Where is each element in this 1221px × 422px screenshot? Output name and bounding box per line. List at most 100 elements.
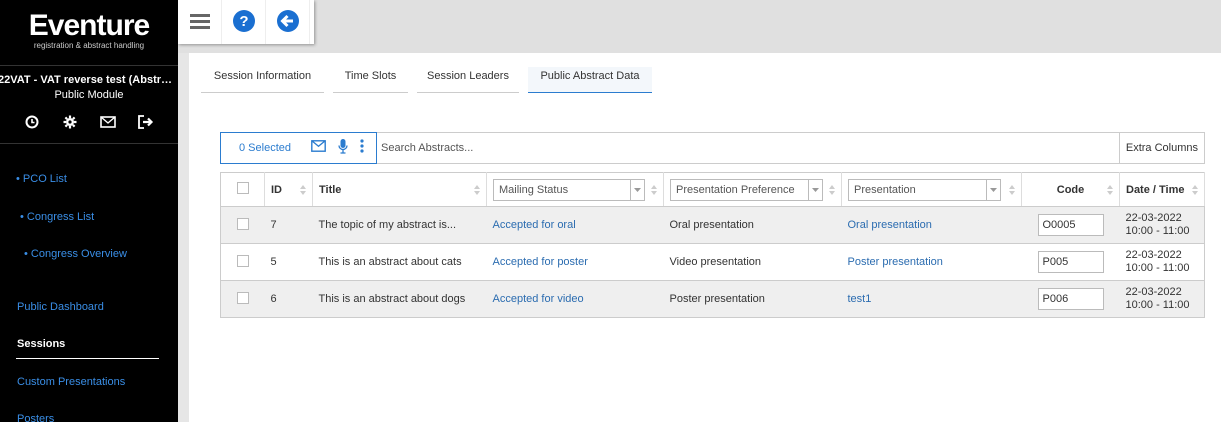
back-icon xyxy=(276,9,300,36)
row-code-input[interactable]: O0005 xyxy=(1037,214,1104,236)
header-date-time[interactable]: Date / Time xyxy=(1119,172,1205,207)
select-all-checkbox[interactable] xyxy=(236,182,249,194)
row-date: 22-03-2022 xyxy=(1125,212,1182,224)
sort-icon[interactable] xyxy=(300,185,306,195)
header-select-all[interactable] xyxy=(220,172,265,207)
row-checkbox[interactable] xyxy=(236,254,249,267)
chevron-down-icon xyxy=(986,179,1000,200)
header-title[interactable]: Title xyxy=(312,172,487,207)
sort-icon[interactable] xyxy=(474,185,480,195)
header-title-label: Title xyxy=(319,183,342,196)
header-id[interactable]: ID xyxy=(264,172,313,207)
chevron-down-icon xyxy=(808,179,822,200)
row-time: 10:00 - 11:00 xyxy=(1125,225,1190,237)
presentation-filter-label: Presentation xyxy=(854,183,916,196)
presentation-filter[interactable]: Presentation xyxy=(848,178,1001,201)
more-options-icon[interactable] xyxy=(360,139,364,156)
sidebar-item-posters[interactable]: Posters xyxy=(17,413,54,422)
extra-columns-button[interactable]: Extra Columns xyxy=(1118,133,1204,163)
mailing-status-filter[interactable]: Mailing Status xyxy=(493,178,645,201)
menu-icon xyxy=(189,13,210,32)
help-button[interactable]: ? xyxy=(222,0,266,44)
logout-icon[interactable] xyxy=(138,115,154,131)
mail-icon[interactable] xyxy=(100,115,116,131)
tab-time-slots[interactable]: Time Slots xyxy=(333,67,408,93)
chevron-down-icon xyxy=(630,179,644,200)
sidebar-item-public-dashboard[interactable]: Public Dashboard xyxy=(17,301,104,313)
row-id: 7 xyxy=(264,206,313,244)
tab-public-abstract-data[interactable]: Public Abstract Data xyxy=(528,67,652,93)
event-info: 22VAT - VAT reverse test (Abstract... Pu… xyxy=(0,66,178,144)
mail-icon[interactable] xyxy=(311,140,326,155)
sidebar-item-custom-presentations[interactable]: Custom Presentations xyxy=(17,376,125,388)
tab-bar: Session Information Time Slots Session L… xyxy=(201,67,661,93)
row-date: 22-03-2022 xyxy=(1125,249,1182,261)
tab-session-leaders[interactable]: Session Leaders xyxy=(417,67,519,93)
row-title: This is an abstract about cats xyxy=(312,243,487,281)
top-bar: ? xyxy=(178,0,1221,53)
sort-icon[interactable] xyxy=(829,185,835,195)
tab-session-information[interactable]: Session Information xyxy=(201,67,324,93)
help-icon: ? xyxy=(232,9,256,36)
header-code-label: Code xyxy=(1056,183,1085,196)
row-preference: Poster presentation xyxy=(663,280,842,318)
row-code-input[interactable]: P005 xyxy=(1037,251,1104,273)
presentation-preference-filter-label: Presentation Preference xyxy=(676,183,795,196)
event-title: 22VAT - VAT reverse test (Abstract... xyxy=(0,74,176,86)
svg-text:?: ? xyxy=(239,13,248,30)
row-preference: Oral presentation xyxy=(663,206,842,244)
sort-icon[interactable] xyxy=(1192,185,1198,195)
row-mailing-status-link[interactable]: Accepted for video xyxy=(493,293,584,305)
row-presentation-link[interactable]: Oral presentation xyxy=(848,219,932,231)
logo-tagline: registration & abstract handling xyxy=(33,41,145,50)
row-mailing-status-link[interactable]: Accepted for oral xyxy=(493,219,576,231)
sort-icon[interactable] xyxy=(651,185,657,195)
top-toolbox: ? xyxy=(178,0,314,44)
header-presentation-preference: Presentation Preference xyxy=(663,172,842,207)
row-title: The topic of my abstract is... xyxy=(312,206,487,244)
row-title: This is an abstract about dogs xyxy=(312,280,487,318)
sidebar-item-congress-list[interactable]: • Congress List xyxy=(20,211,94,223)
row-id: 5 xyxy=(264,243,313,281)
header-code[interactable]: Code xyxy=(1021,172,1120,207)
row-time: 10:00 - 11:00 xyxy=(1125,262,1190,274)
row-preference: Video presentation xyxy=(663,243,842,281)
microphone-icon[interactable] xyxy=(338,138,348,157)
back-button[interactable] xyxy=(266,0,310,44)
sidebar-item-pco-list[interactable]: • PCO List xyxy=(16,173,67,185)
row-date: 22-03-2022 xyxy=(1125,286,1182,298)
header-mailing-status: Mailing Status xyxy=(486,172,664,207)
presentation-preference-filter[interactable]: Presentation Preference xyxy=(670,178,823,201)
row-code-input[interactable]: P006 xyxy=(1037,288,1104,310)
sort-icon[interactable] xyxy=(1009,185,1015,195)
row-checkbox[interactable] xyxy=(236,217,249,230)
gear-icon[interactable] xyxy=(62,115,78,131)
table-header-row: ID Title Mailing Status Presentation Pre… xyxy=(220,172,1205,207)
row-presentation-link[interactable]: Poster presentation xyxy=(848,256,943,268)
logo[interactable]: Eventure registration & abstract handlin… xyxy=(0,0,178,66)
sidebar-item-congress-overview[interactable]: • Congress Overview xyxy=(24,248,127,260)
sort-icon[interactable] xyxy=(1107,185,1113,195)
table-row[interactable]: 5 This is an abstract about cats Accepte… xyxy=(220,243,1205,281)
abstracts-table: ID Title Mailing Status Presentation Pre… xyxy=(220,172,1205,318)
logo-name: Eventure xyxy=(28,9,150,42)
row-checkbox[interactable] xyxy=(236,291,249,304)
header-date-time-label: Date / Time xyxy=(1126,183,1185,196)
main-panel: Session Information Time Slots Session L… xyxy=(189,53,1221,422)
table-row[interactable]: 6 This is an abstract about dogs Accepte… xyxy=(220,280,1205,318)
search-input[interactable] xyxy=(377,134,1119,162)
header-presentation: Presentation xyxy=(841,172,1022,207)
row-time: 10:00 - 11:00 xyxy=(1125,299,1190,311)
selected-count[interactable]: 0 Selected xyxy=(239,142,311,154)
event-subtitle: Public Module xyxy=(54,89,124,101)
sidebar-active-underline xyxy=(16,358,159,359)
abstract-toolbar: 0 Selected Extra Columns xyxy=(220,131,1205,164)
row-presentation-link[interactable]: test1 xyxy=(848,293,872,305)
row-id: 6 xyxy=(264,280,313,318)
menu-button[interactable] xyxy=(178,0,222,44)
row-mailing-status-link[interactable]: Accepted for poster xyxy=(493,256,588,268)
mailing-status-filter-label: Mailing Status xyxy=(499,183,569,196)
table-row[interactable]: 7 The topic of my abstract is... Accepte… xyxy=(220,206,1205,244)
sidebar-item-sessions[interactable]: Sessions xyxy=(17,338,65,350)
clock-icon[interactable] xyxy=(24,115,40,131)
